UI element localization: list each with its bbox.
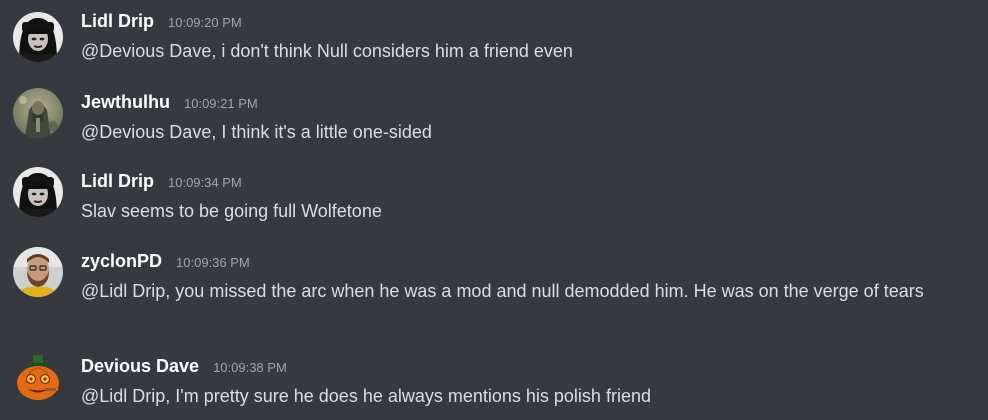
message-timestamp: 10:09:38 PM [213,360,287,375]
message-item: Lidl Drip 10:09:34 PM Slav seems to be go… [0,167,988,231]
message-text: @Devious Dave, I think it's a little one… [81,122,432,142]
goth-woman-avatar[interactable] [13,12,63,62]
message-item: Lidl Drip 10:09:20 PM @Devious Dave, i do… [0,11,988,71]
message-header: Jewthulhu 10:09:21 PM [81,92,258,113]
message-text: Slav seems to be going full Wolfetone [81,201,382,221]
author-name[interactable]: Devious Dave [81,356,199,376]
message-timestamp: 10:09:36 PM [176,255,250,270]
author-name[interactable]: zyclonPD [81,251,162,271]
message-header: Devious Dave 10:09:38 PM [81,356,287,377]
robed-figure-avatar[interactable] [13,88,63,138]
author-name[interactable]: Lidl Drip [81,11,154,31]
message-item: Jewthulhu 10:09:21 PM @Devious Dave, I th… [0,88,988,152]
chat-message-list: Lidl Drip 10:09:20 PM @Devious Dave, i do… [0,0,988,420]
author-name[interactable]: Lidl Drip [81,171,154,191]
message-text: @Lidl Drip, I'm pretty sure he does he a… [81,386,651,406]
author-name[interactable]: Jewthulhu [81,92,170,112]
message-text: @Lidl Drip, you missed the arc when he w… [81,281,924,301]
bearded-man-avatar[interactable] [13,247,63,297]
message-timestamp: 10:09:20 PM [168,15,242,30]
message-timestamp: 10:09:21 PM [184,96,258,111]
message-item: Devious Dave 10:09:38 PM @Lidl Drip, I'm … [0,355,988,416]
message-timestamp: 10:09:34 PM [168,175,242,190]
message-header: Lidl Drip 10:09:20 PM [81,11,242,32]
message-header: zyclonPD 10:09:36 PM [81,251,250,272]
message-header: Lidl Drip 10:09:34 PM [81,171,242,192]
message-text: @Devious Dave, i don't think Null consid… [81,41,573,61]
pumpkin-avatar[interactable] [13,352,63,402]
message-item: zyclonPD 10:09:36 PM @Lidl Drip, you miss… [0,247,988,335]
goth-woman-avatar[interactable] [13,167,63,217]
